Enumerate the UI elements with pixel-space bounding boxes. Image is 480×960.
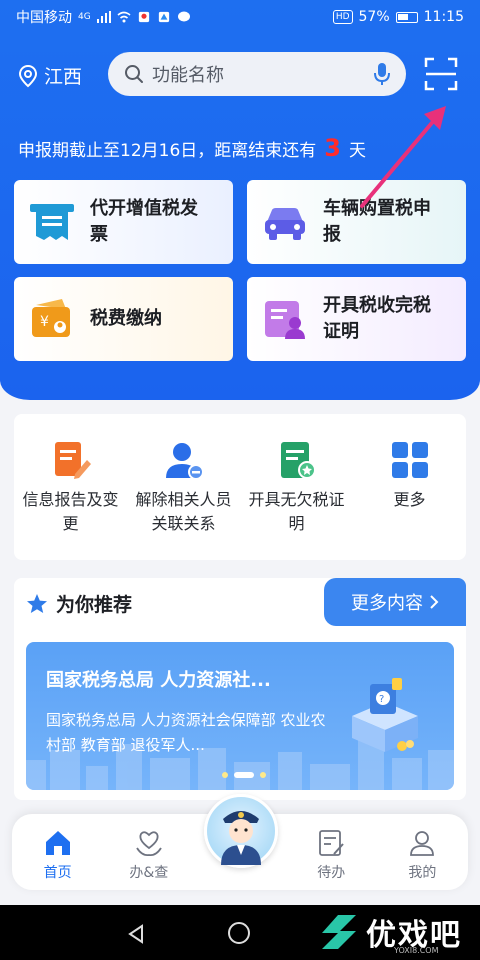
grid-icon — [391, 442, 428, 478]
quick-action-label: 解除相关人员关联关系 — [135, 490, 232, 533]
card-label-line2: 报 — [323, 224, 341, 245]
watermark-logo-icon — [322, 915, 356, 949]
search-icon — [125, 65, 143, 83]
certificate-icon — [265, 301, 305, 339]
tab-label: 首页 — [43, 865, 72, 881]
deadline-unit: 天 — [348, 141, 366, 161]
pagination-dot[interactable] — [260, 772, 266, 778]
top-header: 江西 功能名称 — [0, 52, 480, 98]
quick-action-remove-relation[interactable]: 解除相关人员关联关系 — [127, 414, 240, 560]
watermark: 优戏吧 — [318, 910, 462, 954]
report-edit-icon — [54, 442, 91, 479]
user-remove-icon — [165, 443, 204, 480]
certificate-star-icon — [280, 442, 316, 479]
car-icon — [265, 208, 305, 240]
card-label: 代开增值税发 票 — [90, 196, 198, 248]
card-tax-payment[interactable]: ¥ 税费缴纳 — [14, 277, 233, 361]
quick-action-info-report[interactable]: 信息报告及变更 — [14, 414, 127, 560]
battery-percent: 57% — [358, 9, 390, 25]
card-label-line2: 票 — [90, 224, 108, 245]
network-type: 4G — [78, 12, 91, 22]
svg-text:?: ? — [379, 694, 384, 705]
tab-center-spacer — [194, 882, 285, 890]
chevron-right-icon — [430, 595, 439, 609]
pagination-dot[interactable] — [222, 772, 228, 778]
search-placeholder: 功能名称 — [152, 65, 224, 86]
card-label-line1: 车辆购置税申 — [323, 198, 431, 219]
quick-actions-panel: 信息报告及变更 解除相关人员关联关系 开具无欠税证明 更多 — [14, 414, 466, 560]
map-notification-icon — [158, 11, 169, 23]
quick-action-label: 信息报告及变更 — [22, 490, 119, 533]
watermark-url: YOXI8.COM — [394, 946, 439, 955]
banner-description: 国家税务总局 人力资源社会保障部 农业农村部 教育部 退役军人... — [46, 711, 326, 754]
card-label-line1: 税费缴纳 — [90, 308, 162, 329]
signal-icon — [96, 11, 111, 23]
message-icon — [177, 11, 190, 22]
quick-action-label: 更多 — [393, 490, 426, 509]
recommend-section: 为你推荐 更多内容 国家税务总局 人力资源社... 国家税务总局 人力资源社会保… — [14, 578, 466, 800]
tab-profile[interactable]: 我的 — [377, 828, 468, 890]
card-vehicle-tax[interactable]: 车辆购置税申 报 — [247, 180, 466, 264]
invoice-icon — [30, 204, 74, 240]
quick-action-no-arrears-cert[interactable]: 开具无欠税证明 — [240, 414, 353, 560]
home-icon — [45, 831, 70, 855]
card-label-line1: 开具税收完税 — [323, 295, 431, 316]
more-content-button[interactable]: 更多内容 — [324, 578, 466, 626]
battery-icon — [395, 11, 418, 23]
wifi-icon — [117, 11, 131, 23]
pagination-dot-active[interactable] — [234, 772, 254, 778]
card-vat-invoice[interactable]: 代开增值税发 票 — [14, 180, 233, 264]
quick-action-more[interactable]: 更多 — [353, 414, 466, 560]
app-notification-icon — [138, 11, 149, 23]
banner-title: 国家税务总局 人力资源社... — [46, 670, 271, 691]
card-label: 开具税收完税 证明 — [323, 293, 431, 345]
tab-home[interactable]: 首页 — [12, 828, 103, 890]
wallet-icon: ¥ — [32, 299, 70, 337]
location-selector[interactable]: 江西 — [18, 62, 82, 89]
tab-label: 办&查 — [129, 865, 169, 881]
card-label-line1: 代开增值税发 — [90, 198, 198, 219]
home-nav-button[interactable] — [228, 922, 250, 944]
clock: 11:15 — [423, 9, 464, 25]
deadline-days: 3 — [324, 134, 341, 162]
heart-hand-icon — [136, 831, 162, 857]
deadline-text: 申报期截止至12月16日，距离结束还有 — [18, 141, 317, 161]
card-tax-certificate[interactable]: 开具税收完税 证明 — [247, 277, 466, 361]
card-label: 车辆购置税申 报 — [323, 196, 431, 248]
tax-officer-icon — [221, 811, 261, 865]
tab-handle-query[interactable]: 办&查 — [103, 828, 194, 890]
back-icon[interactable] — [126, 924, 146, 944]
status-bar: 中国移动 4G HD 57% 11:15 — [0, 0, 480, 34]
recommend-title-text: 为你推荐 — [56, 594, 133, 616]
location-pin-icon — [18, 64, 38, 87]
tab-todo[interactable]: 待办 — [286, 828, 377, 890]
card-label-line2: 证明 — [323, 321, 359, 342]
profile-icon — [410, 831, 435, 856]
tab-label: 我的 — [408, 865, 437, 881]
star-icon — [27, 593, 47, 613]
document-box-illustration: ? — [352, 678, 418, 752]
carrier-name: 中国移动 — [16, 10, 72, 26]
todo-icon — [319, 830, 344, 856]
microphone-icon[interactable] — [374, 62, 390, 86]
search-input[interactable]: 功能名称 — [108, 52, 406, 96]
svg-text:¥: ¥ — [40, 314, 49, 330]
scan-icon[interactable] — [424, 57, 458, 91]
card-label: 税费缴纳 — [90, 306, 162, 332]
tab-label: 待办 — [317, 865, 346, 881]
recommend-banner[interactable]: 国家税务总局 人力资源社... 国家税务总局 人力资源社会保障部 农业农村部 教… — [26, 642, 454, 790]
recommend-title: 为你推荐 — [26, 590, 132, 617]
quick-action-label: 开具无欠税证明 — [248, 490, 345, 533]
hd-badge: HD — [332, 10, 353, 24]
deadline-notice: 申报期截止至12月16日，距离结束还有 3 天 — [18, 134, 366, 162]
banner-pagination — [222, 772, 266, 778]
more-content-label: 更多内容 — [351, 593, 423, 614]
tax-assistant-avatar[interactable] — [204, 794, 278, 868]
location-label: 江西 — [44, 66, 83, 88]
